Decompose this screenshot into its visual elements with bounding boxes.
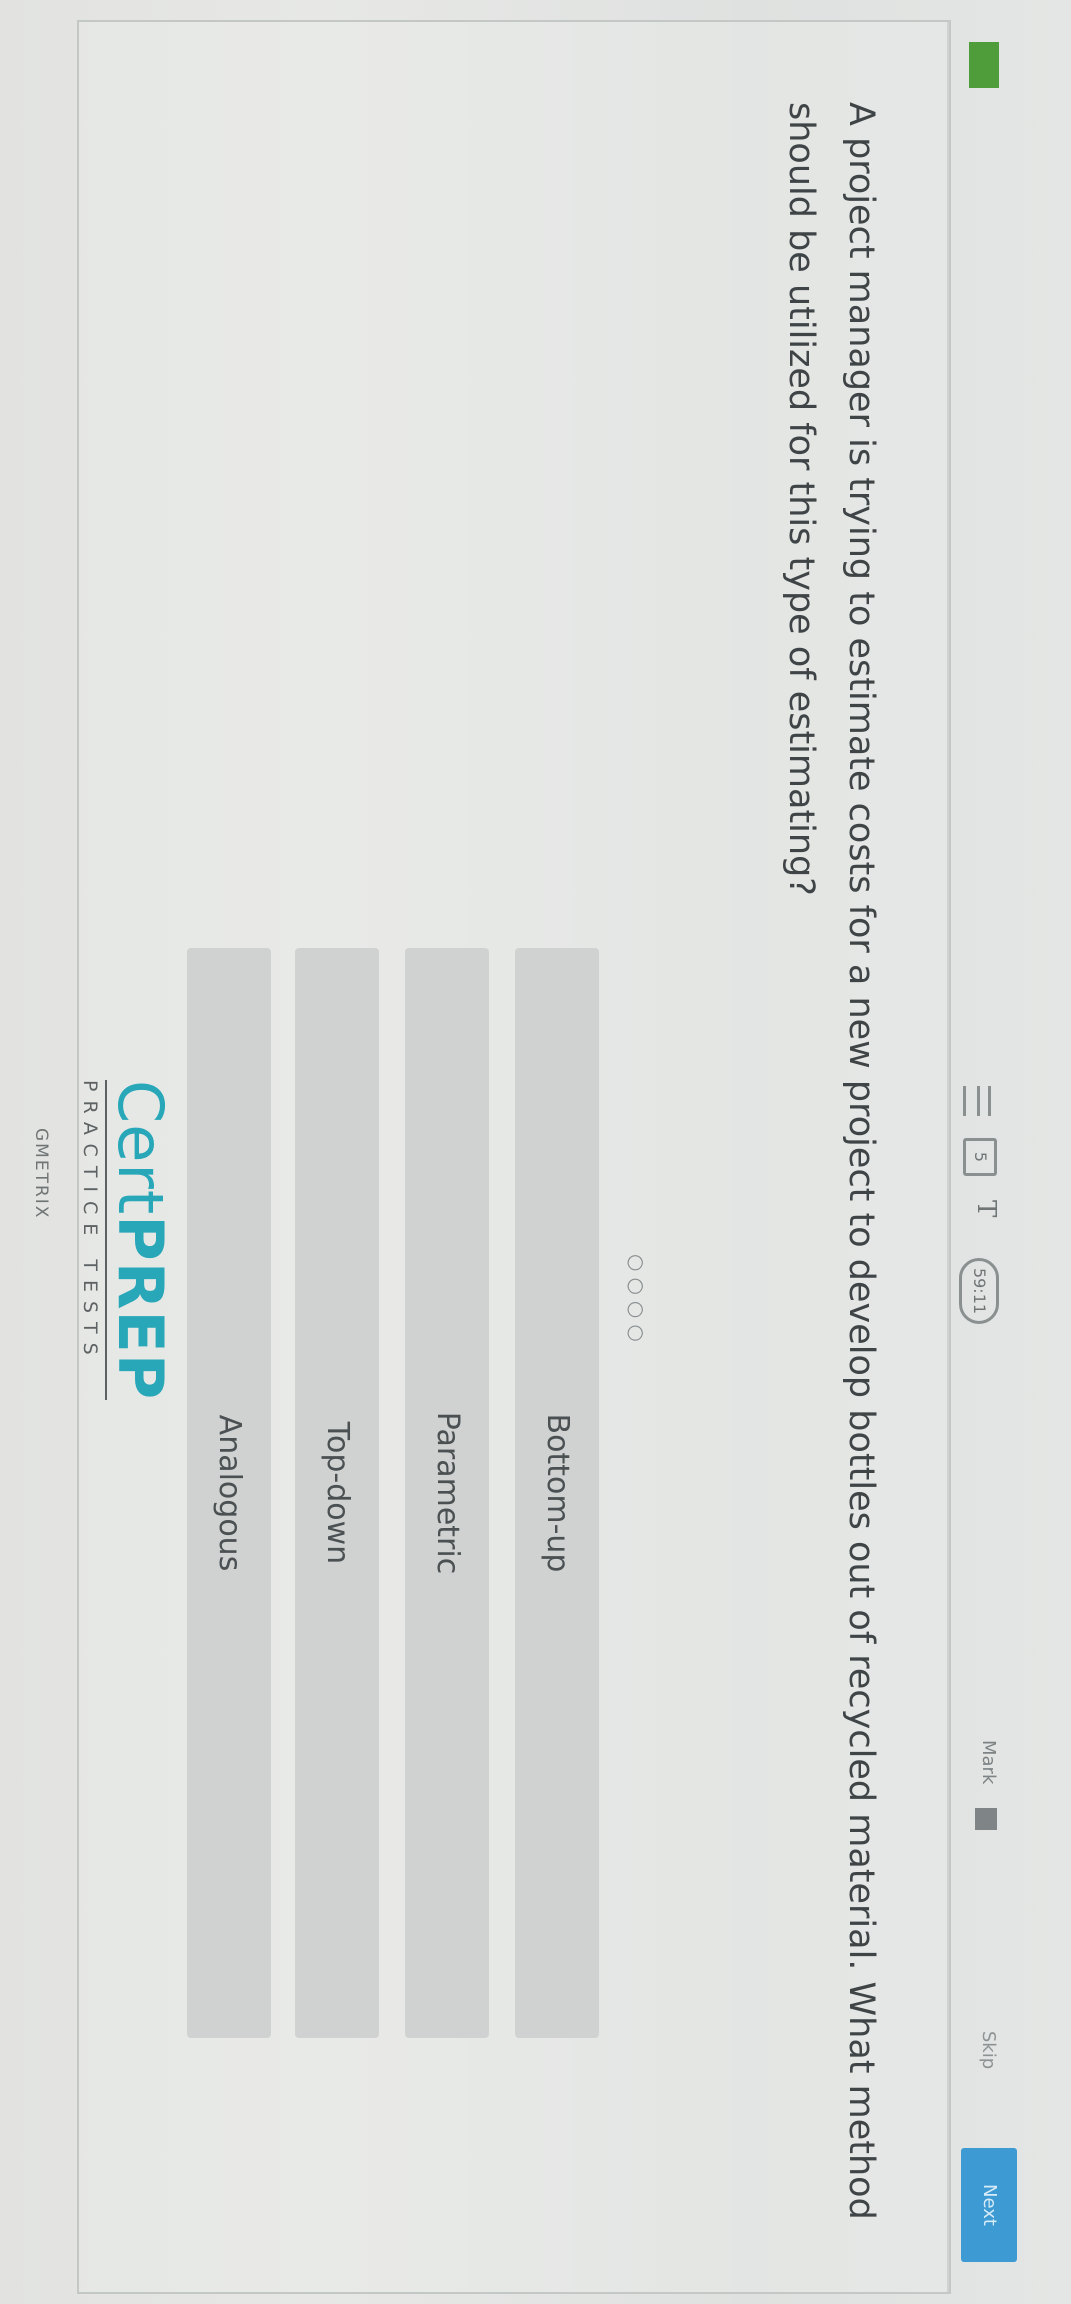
app-frame: 5 T 59:11 Mark Skip Next A project manag…	[0, 0, 1071, 2304]
logo-subtitle: PRACTICE TESTS	[79, 1080, 107, 1401]
selection-dots: ○○○○	[625, 1254, 649, 1348]
logo-title-prep: PREP	[104, 1215, 177, 1401]
question-panel: A project manager is trying to estimate …	[77, 20, 951, 2294]
mark-checkbox[interactable]	[975, 1808, 997, 1830]
list-icon[interactable]	[963, 1086, 991, 1116]
answer-option-parametric[interactable]: Parametric	[405, 948, 489, 2038]
calculator-icon[interactable]: 5	[963, 1138, 997, 1176]
progress-indicator	[969, 42, 999, 88]
toolbar: 5 T 59:11 Mark Skip Next	[959, 0, 1071, 2304]
question-text: A project manager is trying to estimate …	[781, 102, 881, 2220]
text-size-icon[interactable]: T	[971, 1200, 1001, 1217]
answer-option-analogous[interactable]: Analogous	[187, 948, 271, 2038]
certprep-logo: CertPREP PRACTICE TESTS	[79, 1080, 177, 1401]
next-button[interactable]: Next	[961, 2148, 1017, 2262]
gmetrix-logo: GMETRIX	[31, 1128, 51, 1220]
logo-title: CertPREP	[104, 1080, 177, 1400]
answer-option-top-down[interactable]: Top-down	[295, 948, 379, 2038]
skip-button[interactable]: Skip	[965, 2000, 1011, 2100]
mark-label: Mark	[978, 1740, 999, 1785]
timer-badge: 59:11	[959, 1258, 999, 1324]
answer-option-bottom-up[interactable]: Bottom-up	[515, 948, 599, 2038]
logo-title-cert: Cert	[104, 1080, 177, 1216]
panel-divider	[947, 22, 949, 2292]
